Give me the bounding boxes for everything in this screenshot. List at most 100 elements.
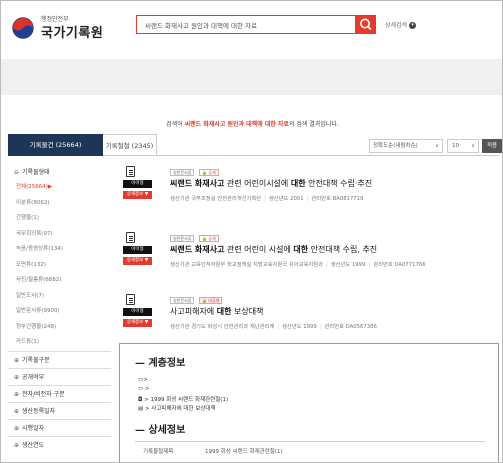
- folder-icon: ▭>: [138, 377, 148, 383]
- result-meta: 생산기관 국무조정실 안전관리개선기획단 | 생산년도 2001 | 관리번호 BA08…: [170, 196, 364, 202]
- sort-select-value: 정확도순(내림차순): [373, 143, 418, 149]
- filter-section-label: 생산연도: [22, 441, 45, 449]
- header: 행정안전부 국가기록원 상세검색▾: [1, 1, 502, 53]
- meta-label: 관리번호: [324, 324, 344, 330]
- document-icon: [126, 232, 135, 243]
- meta-label: 생산년도: [282, 324, 302, 330]
- filter-item[interactable]: 이분류(8062): [8, 196, 111, 212]
- detail-title: 상세정보: [148, 425, 186, 436]
- meta-org: 경기도 화성시 안전관리과 재난관리계: [191, 324, 275, 330]
- tab-files[interactable]: 기록철철 (2345): [103, 134, 157, 156]
- tab-divider: [157, 155, 499, 156]
- logo[interactable]: 행정안전부 국가기록원: [11, 13, 131, 41]
- title-text: 관련 어린이 시설에: [224, 245, 294, 254]
- meta-id: DA0771766: [394, 262, 426, 268]
- filter-section-electronic[interactable]: ⊕ 전자/비전자 구분: [8, 384, 111, 402]
- filter-item[interactable]: 카드류(1): [8, 335, 111, 351]
- title-highlight: 대한: [293, 245, 309, 254]
- search-box: [136, 15, 356, 34]
- file-folder-icon: ◘: [138, 397, 143, 403]
- filter-item[interactable]: 사진/필름류(6882): [8, 273, 111, 289]
- title-text: 사고피해자에: [170, 307, 217, 316]
- chevron-down-icon: ∨: [435, 143, 439, 149]
- detail-toggle-button[interactable]: 상세정보 ▼: [123, 257, 152, 265]
- detail-row-value: 1999 화성 씨랜드 화재관련철(1): [205, 449, 283, 455]
- title-text: 관련 어린이시설에: [224, 179, 291, 188]
- detail-toggle-button[interactable]: 상세정보 ▼: [123, 319, 152, 327]
- plus-circle-icon: ⊕: [14, 356, 20, 364]
- filter-item[interactable]: 전체(25664)▶: [8, 180, 111, 196]
- result-message-prefix: 검색어: [166, 121, 183, 128]
- filter-section-category[interactable]: ⊕ 기록물구분: [8, 350, 111, 368]
- filter-item[interactable]: 도면류(132): [8, 258, 111, 274]
- meta-label: 생산기관: [170, 324, 190, 330]
- meta-year: 1999: [303, 324, 317, 330]
- result-title-link[interactable]: 씨랜드 화재사고 관련 어린이시설에 대한 안전대책 수립·추진: [170, 178, 372, 189]
- record-type-tag: 일반문서류: [170, 297, 195, 304]
- filter-item[interactable]: 녹음/동영상류(134): [8, 242, 111, 258]
- detail-row-label: 기록물철제목: [143, 449, 174, 455]
- filter-item[interactable]: 간행물(1): [8, 211, 111, 227]
- result-title-link[interactable]: 사고피해자에 대한 보상대책: [170, 306, 263, 317]
- result-meta: 생산기관 경기도 화성시 안전관리과 재난관리계 | 생산년도 1999 | 관리번호 …: [170, 324, 377, 330]
- tree-label: > 1999 화성 씨랜드 화재관련철(1): [144, 397, 229, 403]
- result-item: 이어형 상세정보 ▼ 일반문서류 🔒 공개 씨랜드 화재사고 관련 어린이 시설…: [119, 229, 499, 279]
- filter-item[interactable]: 일반도서(7): [8, 289, 111, 305]
- title-text: 안전대책 수립·추진: [305, 179, 373, 188]
- tree-node[interactable]: ▭ >: [138, 386, 150, 392]
- document-icon: [126, 166, 135, 177]
- tree-node[interactable]: ▤ > 사고피해자에 대한 보상대책: [138, 404, 216, 412]
- filter-item[interactable]: 국무회의록(97): [8, 227, 111, 243]
- tree-node[interactable]: ▭>: [138, 377, 148, 383]
- minus-circle-icon: ⊖: [14, 169, 20, 176]
- meta-org: 국무조정실 안전관리개선기획단: [191, 196, 262, 202]
- plus-circle-icon: ⊕: [14, 441, 20, 449]
- folder-icon: ▭ >: [138, 386, 150, 392]
- detail-toggle-button[interactable]: 상세정보 ▼: [123, 191, 152, 199]
- filter-item[interactable]: 일반문서류(9900): [8, 304, 111, 320]
- sort-select[interactable]: 정확도순(내림차순) ∨: [369, 139, 443, 153]
- filter-section-record-type[interactable]: ⊖ 기록물형태: [8, 163, 111, 180]
- access-tag-label: 공개: [208, 236, 216, 241]
- result-title-link[interactable]: 씨랜드 화재사고 관련 어린이 시설에 대한 안전대책 수립, 추진: [170, 244, 377, 255]
- result-message-suffix: 의 검색 결과입니다.: [288, 121, 339, 128]
- filter-section-label: 생산등록일자: [22, 407, 56, 415]
- meta-label: 생산년도: [268, 196, 289, 202]
- plus-circle-icon: ⊕: [14, 390, 20, 398]
- detail-panel: — 계층정보 ▭> ▭ > ◘ > 1999 화성 씨랜드 화재관련철(1) ▤…: [119, 343, 499, 462]
- search-input[interactable]: [145, 18, 340, 31]
- title-text: 보상대책: [231, 307, 264, 316]
- detail-search-label: 상세검색: [385, 22, 408, 29]
- apply-button[interactable]: 적용: [482, 139, 502, 153]
- page-size-value: 10: [452, 143, 459, 149]
- detail-search-link[interactable]: 상세검색 ▾: [385, 20, 417, 29]
- access-tag: 🔒 공개: [199, 235, 219, 242]
- plus-circle-icon: ⊕: [14, 424, 20, 432]
- filter-section-label: 시행일자: [22, 424, 45, 432]
- result-item: 이어형 상세정보 ▼ 일반문서류 🔒 비공개 사고피해자에 대한 보상대책 생산…: [119, 291, 499, 341]
- filter-section-label: 공개여부: [22, 373, 45, 381]
- filter-item[interactable]: 정부간행물(248): [8, 320, 111, 336]
- filter-section-reg-date[interactable]: ⊕ 생산등록일자: [8, 401, 111, 419]
- page-size-select[interactable]: 10 ∨: [447, 139, 479, 153]
- filter-sidebar: ⊖ 기록물형태 전체(25664)▶ 이분류(8062) 간행물(1) 국무회의록…: [8, 163, 111, 453]
- tab-records[interactable]: 기록물건 (25664): [8, 134, 103, 156]
- meta-label: 생산기관: [170, 262, 190, 268]
- result-keyword: 씨랜드 화재사고 원인과 대책에 대한 자료: [184, 121, 289, 128]
- filter-section-label: 기록물구분: [22, 356, 50, 364]
- page: 행정안전부 국가기록원 상세검색▾ 검색어 씨랜드 화재사고 원인과 대책에 대…: [0, 0, 503, 463]
- hierarchy-title: 계층정보: [148, 358, 186, 369]
- search-button[interactable]: [356, 15, 376, 34]
- access-tag-label: 공개: [208, 170, 216, 175]
- title-highlight: 씨랜드 화재사고: [170, 245, 225, 254]
- type-badge: 이어형: [123, 308, 152, 316]
- tree-node[interactable]: ◘ > 1999 화성 씨랜드 화재관련철(1): [138, 395, 228, 403]
- access-tag: 🔒 공개: [199, 169, 219, 176]
- filter-section-label: 전자/비전자 구분: [22, 390, 65, 398]
- filter-section-public[interactable]: ⊕ 공개여부: [8, 367, 111, 385]
- access-tag: 🔒 비공개: [199, 297, 223, 304]
- filter-section-year[interactable]: ⊕ 생산연도: [8, 435, 111, 453]
- meta-id: BA0817719: [332, 196, 364, 202]
- meta-label: 관리번호: [311, 196, 331, 202]
- filter-section-exec-date[interactable]: ⊕ 시행일자: [8, 418, 111, 436]
